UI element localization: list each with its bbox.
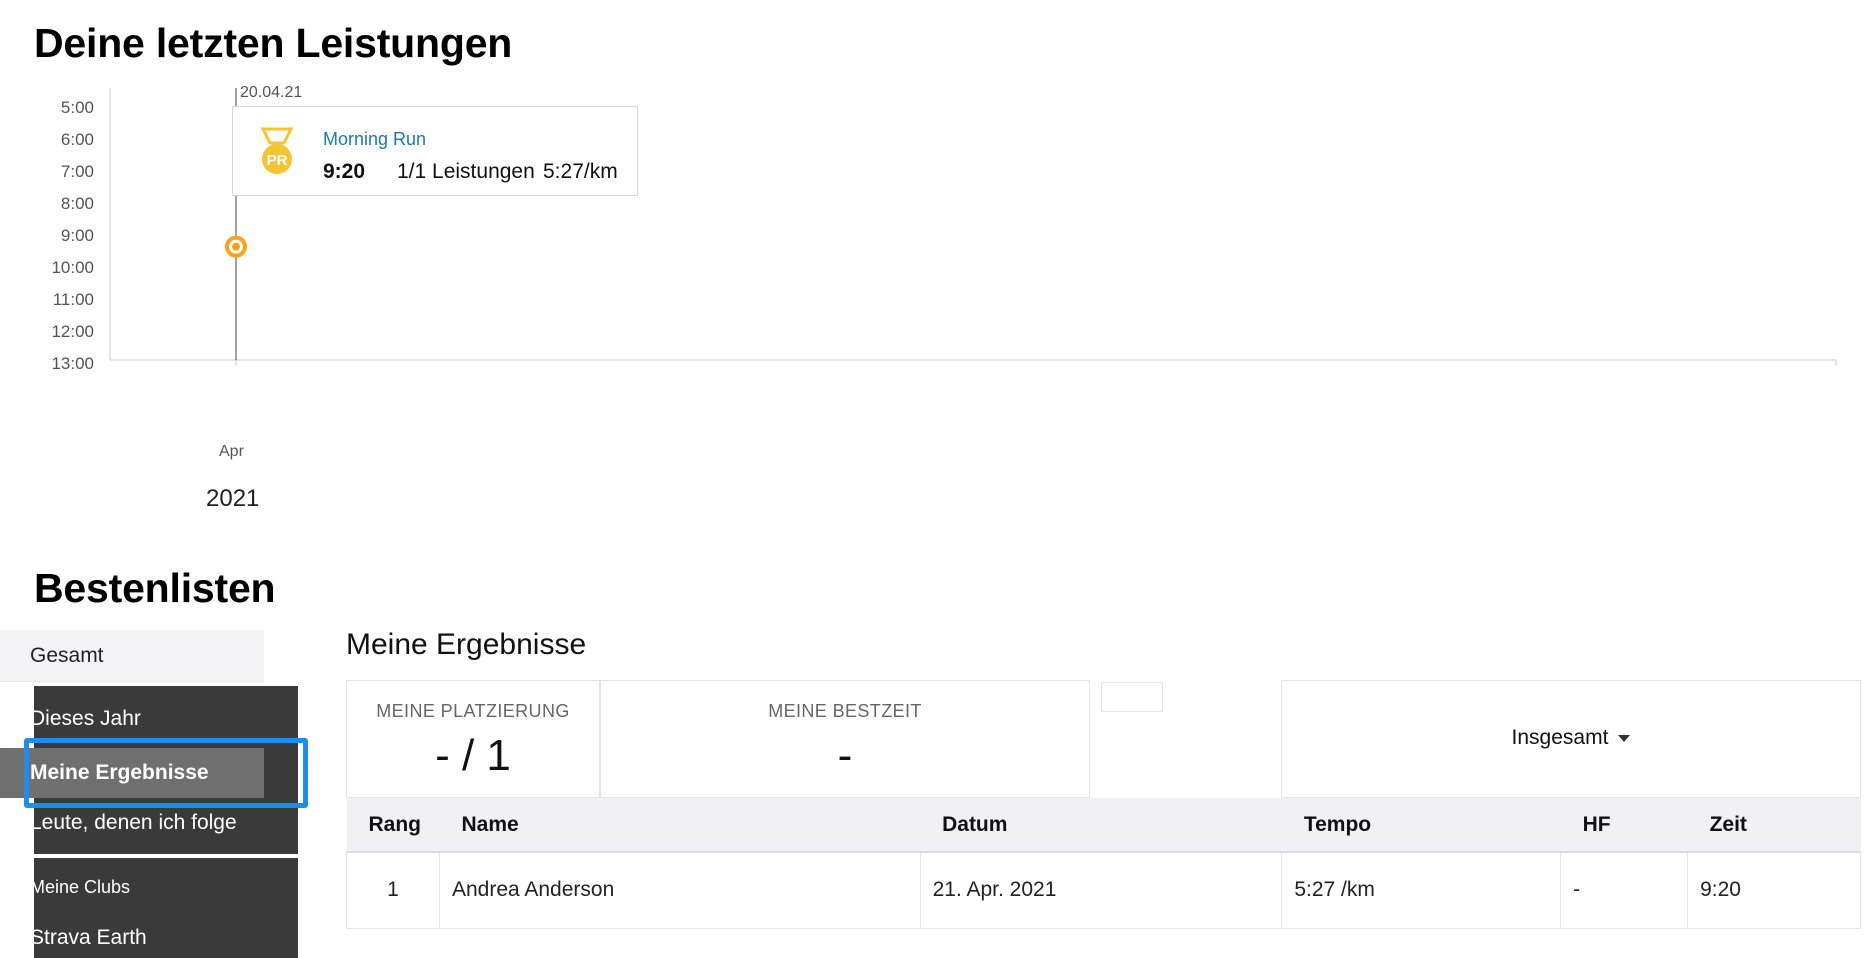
focus-highlight xyxy=(24,738,308,808)
tooltip-date: 20.04.21 xyxy=(240,84,303,101)
cell-pace: 5:27 /km xyxy=(1281,851,1562,929)
effort-pace: 5:27/km xyxy=(543,160,618,183)
placement-value: - / 1 xyxy=(435,731,511,780)
x-tick-label: Apr xyxy=(219,443,244,460)
best-time-stat: MEINE BESTZEIT - xyxy=(600,680,1090,798)
col-header-zeit[interactable]: Zeit xyxy=(1687,798,1861,853)
col-header-hf[interactable]: HF xyxy=(1560,798,1688,853)
y-tick-label: 9:00 xyxy=(60,226,94,245)
filter-box: Insgesamt xyxy=(1281,680,1861,798)
year-label: 2021 xyxy=(206,485,260,512)
caret-down-icon xyxy=(1618,734,1631,742)
y-tick-label: 10:00 xyxy=(51,258,94,277)
activity-link[interactable]: Morning Run xyxy=(323,129,426,150)
effort-count: 1/1 Leistungen xyxy=(397,160,535,183)
sidebar-item-dieses-jahr[interactable]: Dieses Jahr xyxy=(0,698,264,740)
cell-name: Andrea Anderson xyxy=(438,851,921,929)
cell-time: 9:20 xyxy=(1687,851,1861,929)
y-tick-label: 13:00 xyxy=(51,354,94,373)
data-point-core xyxy=(232,242,240,251)
sidebar-item-meine-clubs[interactable]: Meine Clubs xyxy=(0,872,264,902)
pr-badge-text: PR xyxy=(267,152,288,169)
cell-date-link[interactable]: 21. Apr. 2021 xyxy=(919,851,1283,929)
col-header-datum[interactable]: Datum xyxy=(920,798,1282,853)
placement-label: MEINE PLATZIERUNG xyxy=(376,701,570,721)
sidebar-item-leute[interactable]: Leute, denen ich folge xyxy=(0,802,264,844)
y-tick-label: 5:00 xyxy=(60,98,94,117)
y-tick-label: 11:00 xyxy=(52,290,94,309)
y-tick-label: 7:00 xyxy=(60,162,94,181)
y-tick-label: 12:00 xyxy=(51,322,94,341)
sidebar-item-gesamt[interactable]: Gesamt xyxy=(0,630,264,682)
effort-tooltip: PR Morning Run 9:20 1/1 Leistungen 5:27/… xyxy=(232,106,638,196)
best-time-value: - xyxy=(837,731,853,780)
empty-box xyxy=(1101,682,1163,712)
leaderboard-title: Bestenlisten xyxy=(34,565,276,611)
y-tick-label: 8:00 xyxy=(60,194,94,213)
filter-dropdown[interactable]: Insgesamt xyxy=(1282,726,1860,750)
results-title: Meine Ergebnisse xyxy=(346,628,587,661)
table-row: 1 Andrea Anderson 21. Apr. 2021 5:27 /km… xyxy=(346,851,1861,929)
best-time-label: MEINE BESTZEIT xyxy=(768,701,922,721)
col-header-rang[interactable]: Rang xyxy=(346,798,440,853)
col-header-name[interactable]: Name xyxy=(439,798,921,853)
pr-medal-icon: PR xyxy=(260,127,294,174)
y-tick-label: 6:00 xyxy=(60,130,94,149)
cell-hr: - xyxy=(1560,851,1689,929)
filter-label: Insgesamt xyxy=(1511,726,1609,749)
results-table: Rang Name Datum Tempo HF Zeit 1 Andrea A… xyxy=(346,798,1861,929)
placement-stat: MEINE PLATZIERUNG - / 1 xyxy=(346,680,600,798)
cell-rank: 1 xyxy=(346,851,440,929)
recent-efforts-title: Deine letzten Leistungen xyxy=(34,20,513,66)
col-header-tempo[interactable]: Tempo xyxy=(1281,798,1561,853)
sidebar-item-strava-earth[interactable]: Strava Earth xyxy=(0,920,264,956)
table-header-row: Rang Name Datum Tempo HF Zeit xyxy=(346,798,1861,853)
effort-time: 9:20 xyxy=(323,160,366,183)
